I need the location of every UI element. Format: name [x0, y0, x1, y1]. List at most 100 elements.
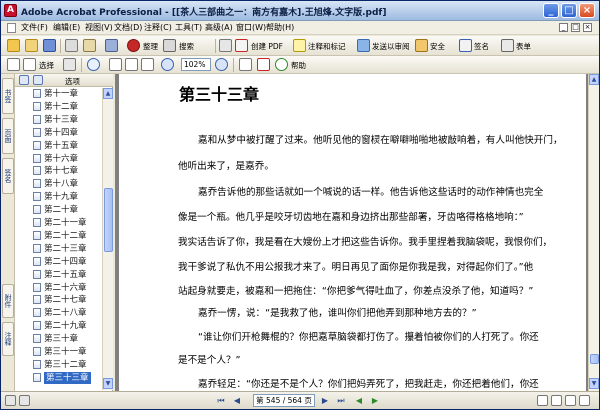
bookmark-item[interactable]: 第十三章 — [17, 114, 101, 126]
fit-page-icon[interactable] — [125, 58, 138, 71]
binoculars-icon[interactable] — [163, 39, 176, 52]
scroll-up-icon[interactable]: ▲ — [103, 88, 113, 99]
scrollbar-thumb[interactable] — [590, 354, 599, 364]
menu-document[interactable]: 文档(D) — [114, 22, 142, 33]
menu-window[interactable]: 窗口(W) — [236, 22, 266, 33]
comment-icon[interactable] — [293, 39, 306, 52]
close-button[interactable]: × — [579, 3, 595, 18]
next-page-icon[interactable]: ▶ — [319, 395, 331, 407]
create-pdf-icon[interactable] — [235, 39, 248, 52]
bookmark-item[interactable]: 第二十一章 — [17, 217, 101, 229]
bookmark-item[interactable]: 第十二章 — [17, 101, 101, 113]
single-page-icon[interactable] — [537, 395, 548, 406]
bookmarks-tab[interactable]: 书签 — [2, 78, 14, 114]
send-review-label[interactable]: 发送以审阅 — [372, 41, 410, 52]
scroll-up-icon[interactable]: ▲ — [589, 74, 599, 85]
bookmark-item[interactable]: 第十五章 — [17, 140, 101, 152]
select-tool-icon[interactable] — [23, 58, 36, 71]
first-page-icon[interactable]: ⏮ — [215, 395, 227, 407]
email-icon[interactable] — [83, 39, 96, 52]
bookmark-item[interactable]: 第三十一章 — [17, 346, 101, 358]
menu-file[interactable]: 文件(F) — [21, 22, 48, 33]
doc-restore-icon[interactable]: □ — [571, 23, 580, 32]
search-label[interactable]: 搜索 — [179, 41, 194, 52]
bookmark-item[interactable]: 第二十九章 — [17, 320, 101, 332]
bookmark-item[interactable]: 第二十三章 — [17, 243, 101, 255]
view-options-icon[interactable] — [5, 395, 16, 406]
previous-view-icon[interactable]: ◀ — [353, 395, 365, 407]
organize-icon[interactable] — [127, 39, 140, 52]
bookmark-item[interactable]: 第二十四章 — [17, 256, 101, 268]
scroll-down-icon[interactable]: ▼ — [589, 378, 599, 389]
review-label[interactable]: 注释和标记 — [308, 41, 346, 52]
zoom-level-input[interactable]: 102% — [181, 58, 211, 71]
facing-icon[interactable] — [565, 395, 576, 406]
bookmark-item[interactable]: 第二十章 — [17, 204, 101, 216]
save-icon[interactable] — [43, 39, 56, 52]
sign-icon[interactable] — [459, 39, 472, 52]
menu-edit[interactable]: 编辑(E) — [53, 22, 80, 33]
bookmark-item[interactable]: 第十六章 — [17, 153, 101, 165]
bookmark-item[interactable]: 第十八章 — [17, 178, 101, 190]
menu-tools[interactable]: 工具(T) — [175, 22, 202, 33]
cut-icon[interactable] — [219, 39, 232, 52]
page-number-input[interactable]: 第 545 / 564 页 — [253, 394, 315, 407]
signatures-tab[interactable]: 签名 — [2, 158, 14, 194]
zoom-in-icon[interactable] — [215, 58, 228, 71]
last-page-icon[interactable]: ⏭ — [335, 395, 347, 407]
previous-page-icon[interactable]: ◀ — [231, 395, 243, 407]
print-icon[interactable] — [65, 39, 78, 52]
zoom-icon[interactable] — [87, 58, 100, 71]
yahoo-icon[interactable] — [257, 58, 270, 71]
bookmark-item[interactable]: 第二十二章 — [17, 230, 101, 242]
continuous-facing-icon[interactable] — [579, 395, 590, 406]
document-info-icon[interactable] — [19, 395, 30, 406]
lock-icon[interactable] — [415, 39, 428, 52]
select-label[interactable]: 选择 — [39, 60, 54, 71]
document-menu-icon[interactable] — [7, 23, 16, 33]
help-icon[interactable] — [275, 58, 288, 71]
minimize-button[interactable]: _ — [543, 3, 559, 18]
bookmark-item[interactable]: 第二十五章 — [17, 269, 101, 281]
menu-help[interactable]: 帮助(H) — [266, 22, 294, 33]
send-review-icon[interactable] — [357, 39, 370, 52]
help-label[interactable]: 帮助 — [291, 60, 306, 71]
bookmark-item[interactable]: 第三十章 — [17, 333, 101, 345]
bookmark-item[interactable]: 第十一章 — [17, 88, 101, 100]
doc-minimize-icon[interactable]: _ — [559, 23, 568, 32]
bookmark-item[interactable]: 第二十七章 — [17, 294, 101, 306]
menu-advanced[interactable]: 高级(A) — [205, 22, 233, 33]
create-pdf-label[interactable]: 创建 PDF — [251, 41, 283, 52]
create-folder-icon[interactable] — [7, 39, 20, 52]
menu-view[interactable]: 视图(V) — [85, 22, 113, 33]
comments-tab[interactable]: 注释 — [2, 322, 14, 356]
scroll-down-icon[interactable]: ▼ — [103, 378, 113, 389]
bookmark-item[interactable]: 第三十二章 — [17, 359, 101, 371]
bookmark-item[interactable]: 第二十六章 — [17, 282, 101, 294]
next-view-icon[interactable]: ▶ — [369, 395, 381, 407]
document-scrollbar[interactable]: ▲ ▼ — [588, 74, 599, 391]
new-bookmark-icon[interactable] — [19, 75, 29, 85]
doc-close-icon[interactable]: × — [583, 23, 592, 32]
fit-width-icon[interactable] — [141, 58, 154, 71]
attachments-tab[interactable]: 附件 — [2, 284, 14, 318]
forms-label[interactable]: 表单 — [516, 41, 531, 52]
snapshot-icon[interactable] — [63, 58, 76, 71]
bookmark-item[interactable]: 第十四章 — [17, 127, 101, 139]
bookmark-item[interactable]: 第二十八章 — [17, 307, 101, 319]
delete-bookmark-icon[interactable] — [33, 75, 43, 85]
rotate-icon[interactable] — [239, 58, 252, 71]
options-menu[interactable]: 选项 — [65, 76, 80, 87]
menu-comments[interactable]: 注释(C) — [144, 22, 172, 33]
bookmark-item[interactable]: 第十七章 — [17, 165, 101, 177]
actual-size-icon[interactable] — [109, 58, 122, 71]
pages-tab[interactable]: 页面 — [2, 118, 14, 154]
attach-icon[interactable] — [105, 39, 118, 52]
bookmark-item[interactable]: 第三十三章 — [17, 371, 101, 384]
bookmark-item[interactable]: 第十九章 — [17, 191, 101, 203]
bookmark-scrollbar[interactable]: ▲ ▼ — [102, 88, 113, 390]
continuous-icon[interactable] — [551, 395, 562, 406]
open-icon[interactable] — [25, 39, 38, 52]
sign-label[interactable]: 签名 — [474, 41, 489, 52]
forms-icon[interactable] — [501, 39, 514, 52]
